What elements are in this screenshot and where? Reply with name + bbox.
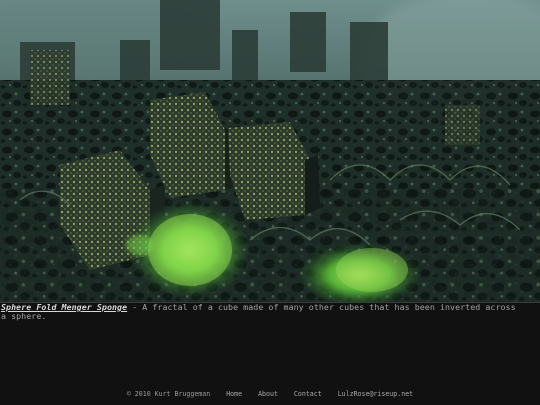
footer-link-about[interactable]: About bbox=[258, 390, 278, 398]
footer-link-email[interactable]: LulzRose@riseup.net bbox=[338, 390, 413, 398]
footer-link-home[interactable]: Home bbox=[226, 390, 242, 398]
artwork-caption: Sphere Fold Menger Sponge - A fractal of… bbox=[1, 302, 521, 322]
footer-link-contact[interactable]: Contact bbox=[294, 390, 322, 398]
caption-separator: - bbox=[127, 302, 143, 312]
copyright-text: © 2010 Kurt Bruggeman bbox=[126, 390, 211, 398]
fractal-render-image bbox=[0, 0, 540, 302]
site-footer: © 2010 Kurt Bruggeman Home About Contact… bbox=[0, 390, 540, 398]
fractal-artwork bbox=[0, 0, 540, 303]
